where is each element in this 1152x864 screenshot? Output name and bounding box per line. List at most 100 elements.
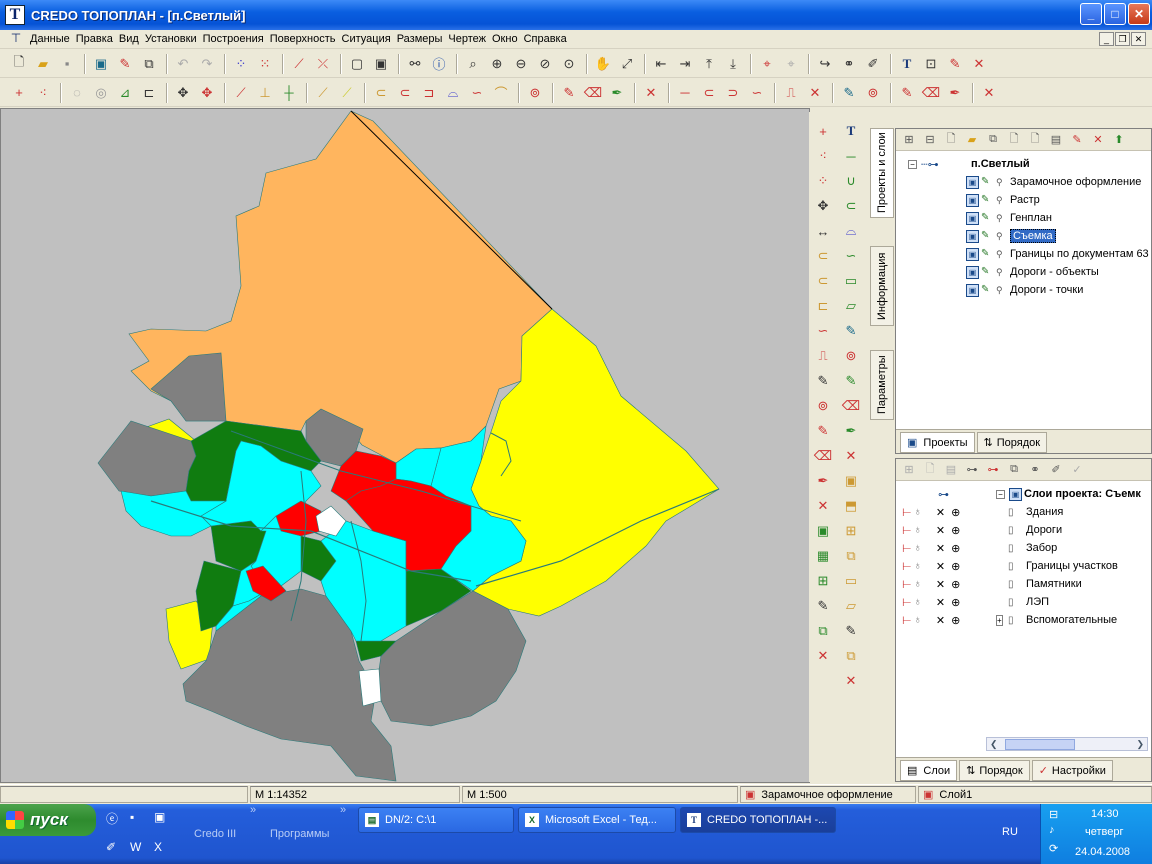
v-edit-2-icon[interactable]: ✎ [840, 370, 862, 392]
mdi-close-button[interactable]: ✕ [1131, 32, 1146, 46]
menu-edit[interactable]: Правка [76, 33, 119, 45]
diagonal-line-icon[interactable]: ⟋ [312, 82, 334, 104]
v-yellow-layer-2-icon[interactable]: ⧉ [840, 645, 862, 667]
move-point-2-icon[interactable]: ✥ [196, 82, 218, 104]
measure-point-icon[interactable]: ⊿ [114, 82, 136, 104]
v-add-point-icon[interactable]: + [812, 120, 834, 142]
v-curve-2-icon[interactable]: ∪ [840, 170, 862, 192]
redo-icon[interactable]: ↷ [196, 53, 218, 75]
v-line-icon[interactable]: ─ [840, 145, 862, 167]
text-edit-icon[interactable]: ✎ [944, 53, 966, 75]
scroll-right-icon[interactable]: ❯ [1136, 739, 1144, 750]
tab-settings[interactable]: ✓ Настройки [1031, 760, 1113, 781]
project-layer-item[interactable]: ▣ ✎ ⚲ Генплан [900, 209, 1151, 227]
start-button[interactable]: пуск [0, 804, 96, 836]
mdi-restore-button[interactable]: ❐ [1115, 32, 1130, 46]
binoculars-icon[interactable]: ⚯ [404, 53, 426, 75]
pen-icon[interactable]: ✒ [606, 82, 628, 104]
layer-edit-icon[interactable]: ✎ [981, 176, 994, 189]
menu-settings[interactable]: Установки [145, 33, 203, 45]
language-indicator[interactable]: RU [1002, 826, 1018, 838]
undo-icon[interactable]: ↶ [172, 53, 194, 75]
project-layer-item[interactable]: ▣ ✎ ⚲ Съемка [900, 227, 1151, 245]
toolbar-label-credo[interactable]: Credo III [194, 828, 236, 840]
layer-edit-icon[interactable]: ✎ [981, 194, 994, 207]
circle-point-icon[interactable]: ◌ [66, 82, 88, 104]
app-icon[interactable]: T [5, 5, 25, 25]
open-project-icon[interactable]: ▰ [963, 131, 981, 149]
layer-edit-icon[interactable]: ✎ [981, 212, 994, 225]
scroll-left-icon[interactable]: ❮ [990, 739, 998, 750]
tree-add-icon[interactable]: ⊞ [900, 131, 918, 149]
layer-props-icon[interactable]: ▤ [942, 461, 960, 479]
frame-fill-icon[interactable]: ▣ [370, 53, 392, 75]
grid-points-icon[interactable]: ⁘ [230, 53, 252, 75]
menu-window[interactable]: Окно [492, 33, 524, 45]
v-measure-icon[interactable]: ↔ [812, 220, 834, 242]
tab-order[interactable]: ⇅ Порядок [976, 432, 1048, 453]
layer-link-icon[interactable]: ⊢ [902, 560, 912, 573]
v-yellow-para-icon[interactable]: ▱ [840, 595, 862, 617]
snap-cross-icon[interactable]: ⤫ [312, 53, 334, 75]
v-erase-icon[interactable]: ⌫ [812, 445, 834, 467]
collapse-icon[interactable]: − [908, 159, 917, 169]
brush-icon[interactable]: ✐ [862, 53, 884, 75]
v-edit-icon[interactable]: ✎ [812, 420, 834, 442]
ql-excel-icon[interactable]: X [154, 840, 162, 854]
layer-edit-icon[interactable]: ✎ [981, 284, 994, 297]
select-clear-icon[interactable]: ⌖ [780, 53, 802, 75]
pan-hand-icon[interactable]: ✋ [592, 53, 614, 75]
tray-sync-icon[interactable]: ⟳ [1049, 842, 1058, 855]
v-yellow-rect-2-icon[interactable]: ▭ [840, 570, 862, 592]
collapse-icon[interactable]: − [996, 489, 1005, 499]
move-right-icon[interactable]: ⇥ [674, 53, 696, 75]
light-bulb-icon[interactable]: ♁ [914, 578, 922, 590]
layer-visibility-icon[interactable]: ▣ [966, 247, 979, 261]
arc-2-icon[interactable]: ⊂ [394, 82, 416, 104]
layer-tree-2-icon[interactable]: ⊶ [984, 461, 1002, 479]
layer-edit-icon[interactable]: ✎ [838, 82, 860, 104]
layer-edit-icon[interactable]: ✎ [981, 266, 994, 279]
circle-target-icon[interactable]: ◎ [90, 82, 112, 104]
layer-link-icon[interactable]: ⊢ [902, 596, 912, 609]
copy-project-icon[interactable]: ⧉ [984, 131, 1002, 149]
v-rect-2-icon[interactable]: ▭ [840, 270, 862, 292]
v-delete-3-icon[interactable]: ✕ [840, 445, 862, 467]
snap-target-icon[interactable]: ⊕ [951, 506, 960, 519]
tab-layers-order[interactable]: ⇅ Порядок [959, 760, 1030, 781]
clock-time[interactable]: 14:30 [1091, 808, 1119, 820]
v-erase-2-icon[interactable]: ⌫ [840, 395, 862, 417]
v-arc-2-icon[interactable]: ⊂ [812, 270, 834, 292]
v-rect-icon[interactable]: ▦ [812, 545, 834, 567]
zoom-window-icon[interactable]: ⌕ [462, 53, 484, 75]
layer-add-icon[interactable]: ⊞ [900, 461, 918, 479]
text-frame-icon[interactable]: ⊡ [920, 53, 942, 75]
v-dim-icon[interactable]: ⎍ [812, 345, 834, 367]
fit-extents-icon[interactable]: ⤢ [616, 53, 638, 75]
layer-visibility-icon[interactable]: ▣ [966, 175, 979, 189]
ql-ie-icon[interactable]: ⓔ [106, 810, 118, 827]
menu-help[interactable]: Справка [524, 33, 573, 45]
layer-visibility-icon[interactable]: ▣ [966, 283, 979, 297]
layer-search-icon[interactable]: ⚲ [996, 267, 1006, 278]
erase-icon[interactable]: ⌫ [582, 82, 604, 104]
project-up-icon[interactable]: ⬆ [1110, 131, 1128, 149]
light-bulb-icon[interactable]: ♁ [914, 542, 922, 554]
curve-edit-icon[interactable]: ∽ [746, 82, 768, 104]
light-bulb-icon[interactable]: ♁ [914, 524, 922, 536]
curve-2-icon[interactable]: ⌒ [490, 82, 512, 104]
ql-tool-icon[interactable]: ✐ [106, 840, 116, 854]
v-delete-icon[interactable]: ✕ [812, 495, 834, 517]
properties-icon[interactable]: ▤ [1047, 131, 1065, 149]
mdi-minimize-button[interactable]: _ [1099, 32, 1114, 46]
move-up-icon[interactable]: ⤒ [698, 53, 720, 75]
layer-search-icon[interactable]: ⚲ [996, 249, 1006, 260]
v-layer-edit-icon[interactable]: ✎ [812, 595, 834, 617]
edit-line-icon[interactable]: ✎ [558, 82, 580, 104]
center-point-icon[interactable]: ⊚ [524, 82, 546, 104]
route-icon[interactable]: ↪ [814, 53, 836, 75]
layer-item[interactable]: ⊢ ♁ ✕ ⊕ ▯ ЛЭП [900, 593, 1151, 611]
v-yellow-rect-icon[interactable]: ▣ [840, 470, 862, 492]
frame-icon[interactable]: ▢ [346, 53, 368, 75]
menu-data[interactable]: Данные [30, 33, 76, 45]
